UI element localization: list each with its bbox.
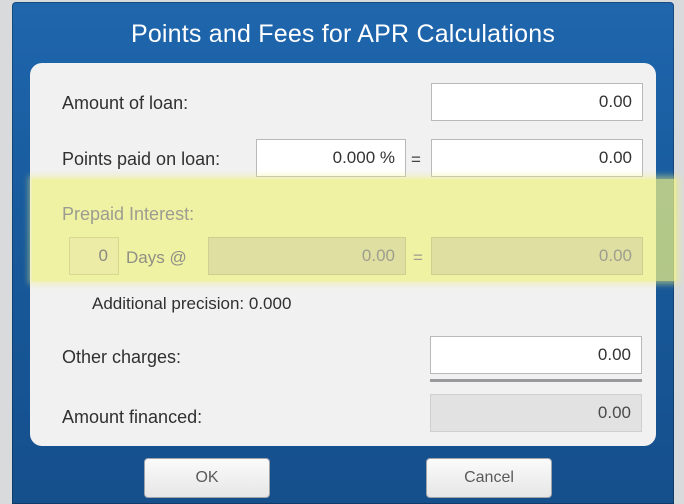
additional-precision-text: Additional precision: 0.000 bbox=[92, 294, 292, 313]
dialog-title: Points and Fees for APR Calculations bbox=[130, 20, 556, 48]
prepaid-equals: = bbox=[413, 248, 423, 267]
amount-of-loan-label: Amount of loan: bbox=[62, 93, 189, 113]
amount-of-loan-field[interactable]: 0.00 bbox=[431, 83, 643, 121]
prepaid-rate-field[interactable]: 0.00 bbox=[208, 237, 406, 275]
points-equals: = bbox=[411, 150, 421, 169]
prepaid-interest-highlight: Prepaid Interest: 0 Days @ 0.00 = 0.00 bbox=[32, 179, 676, 281]
points-label: Points paid on loan: bbox=[62, 149, 221, 169]
total-separator bbox=[430, 379, 642, 382]
points-amount-field[interactable]: 0.00 bbox=[431, 139, 643, 177]
prepaid-days-field[interactable]: 0 bbox=[69, 237, 119, 275]
ok-button[interactable]: OK bbox=[144, 458, 270, 498]
amount-financed-field: 0.00 bbox=[430, 394, 642, 432]
amount-financed-label: Amount financed: bbox=[62, 407, 203, 427]
prepaid-amount-field[interactable]: 0.00 bbox=[431, 237, 643, 275]
cancel-button[interactable]: Cancel bbox=[426, 458, 552, 498]
other-charges-field[interactable]: 0.00 bbox=[430, 336, 642, 374]
apr-dialog: Points and Fees for APR Calculations Amo… bbox=[12, 2, 676, 504]
other-charges-label: Other charges: bbox=[62, 347, 182, 367]
days-at-label: Days @ bbox=[126, 248, 187, 267]
points-percent-field[interactable]: 0.000 % bbox=[256, 139, 406, 177]
prepaid-interest-label: Prepaid Interest: bbox=[62, 204, 195, 224]
